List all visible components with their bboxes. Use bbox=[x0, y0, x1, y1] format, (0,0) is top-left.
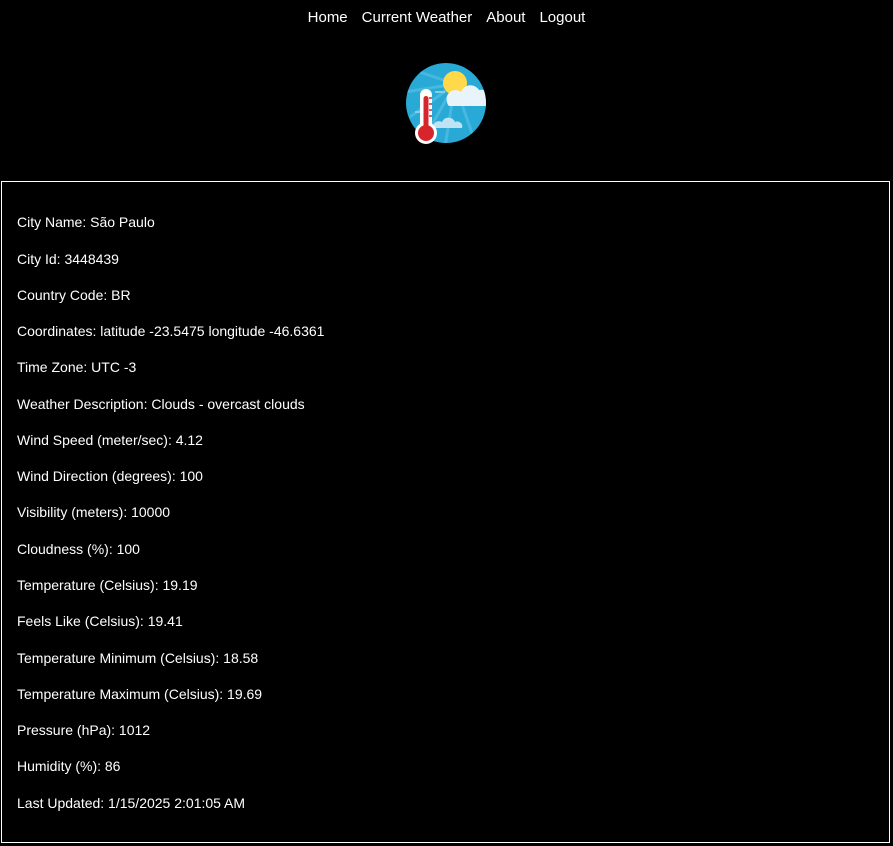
detail-temperature-minimum: Temperature Minimum (Celsius): 18.58 bbox=[17, 650, 259, 666]
detail-feels-like: Feels Like (Celsius): 19.41 bbox=[17, 613, 183, 629]
weather-details-panel: City Name: São Paulo City Id: 3448439 Co… bbox=[1, 181, 890, 843]
detail-coordinates: Coordinates: latitude -23.5475 longitude… bbox=[17, 323, 325, 339]
detail-time-zone: Time Zone: UTC -3 bbox=[17, 359, 137, 375]
detail-city-name: City Name: São Paulo bbox=[17, 214, 155, 230]
detail-humidity: Humidity (%): 86 bbox=[17, 758, 121, 774]
detail-last-updated: Last Updated: 1/15/2025 2:01:05 AM bbox=[17, 795, 246, 811]
detail-cloudness: Cloudness (%): 100 bbox=[17, 541, 140, 557]
detail-wind-speed: Wind Speed (meter/sec): 4.12 bbox=[17, 432, 203, 448]
nav-current-weather-link[interactable]: Current Weather bbox=[362, 9, 473, 26]
detail-pressure: Pressure (hPa): 1012 bbox=[17, 722, 151, 738]
nav-about-link[interactable]: About bbox=[486, 9, 525, 26]
nav-home-link[interactable]: Home bbox=[308, 9, 348, 26]
detail-city-id: City Id: 3448439 bbox=[17, 251, 119, 267]
nav-logout-link[interactable]: Logout bbox=[539, 9, 585, 26]
top-navigation: Home Current Weather About Logout bbox=[0, 0, 893, 34]
detail-weather-description: Weather Description: Clouds - overcast c… bbox=[17, 396, 305, 412]
detail-visibility: Visibility (meters): 10000 bbox=[17, 504, 171, 520]
weather-logo-icon bbox=[405, 62, 487, 147]
detail-temperature-maximum: Temperature Maximum (Celsius): 19.69 bbox=[17, 686, 263, 702]
detail-wind-direction: Wind Direction (degrees): 100 bbox=[17, 468, 203, 484]
detail-country-code: Country Code: BR bbox=[17, 287, 131, 303]
detail-temperature: Temperature (Celsius): 19.19 bbox=[17, 577, 198, 593]
